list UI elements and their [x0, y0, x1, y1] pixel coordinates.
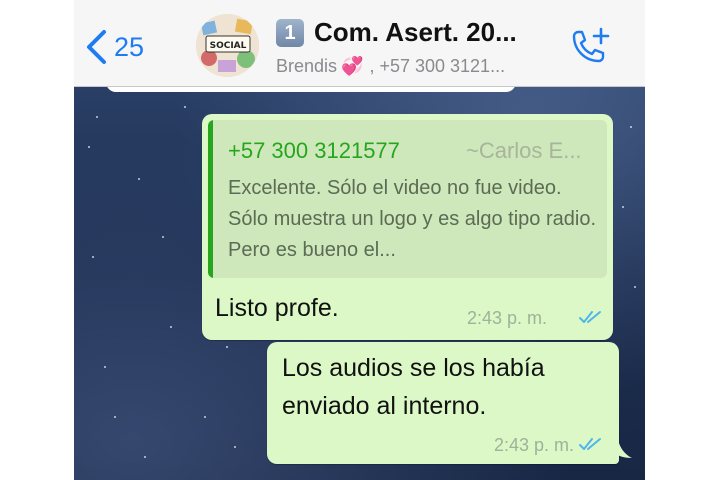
add-call-icon[interactable]	[568, 26, 612, 66]
quoted-sender-name: ~Carlos E...	[466, 138, 582, 163]
message-timestamp: 2:43 p. m.	[494, 435, 575, 455]
group-avatar[interactable]: SOCIAL	[196, 14, 259, 77]
quoted-sender-phone: +57 300 3121577	[228, 138, 400, 163]
message-text: Los audios se los había enviado al inter…	[282, 354, 545, 420]
group-title: Com. Asert. 20...	[314, 17, 517, 47]
back-button[interactable]: 25	[84, 28, 144, 66]
quote-accent-bar	[208, 120, 213, 278]
double-check-icon	[579, 438, 601, 450]
message-timestamp: 2:43 p. m.	[467, 308, 548, 328]
chevron-left-icon	[87, 30, 106, 64]
chat-header: 25 SOCIAL 1 Com. Asert. 20... Brendis 💞 …	[74, 0, 645, 87]
avatar-image: SOCIAL	[196, 14, 259, 77]
message-text: Listo profe.	[215, 294, 339, 322]
quoted-text: Excelente. Sólo el video no fue video. S…	[228, 177, 596, 261]
heart-emoji: 💞	[341, 56, 364, 76]
bubble-tail	[614, 436, 632, 458]
avatar-label: SOCIAL	[210, 41, 247, 51]
whatsapp-screen: 25 SOCIAL 1 Com. Asert. 20... Brendis 💞 …	[74, 0, 645, 480]
group-members-subtitle[interactable]: Brendis 💞 , +57 300 3121...	[276, 56, 505, 77]
subtitle-members: , +57 300 3121...	[369, 56, 506, 76]
group-title-row[interactable]: 1 Com. Asert. 20...	[276, 17, 517, 48]
double-check-icon	[579, 311, 601, 323]
subtitle-name: Brendis	[276, 56, 338, 76]
status-bar-edge	[74, 0, 645, 4]
quoted-message[interactable]: +57 300 3121577 ~Carlos E... Excelente. …	[208, 120, 607, 278]
number-badge: 1	[276, 18, 304, 47]
unread-chats-count: 25	[114, 31, 145, 62]
